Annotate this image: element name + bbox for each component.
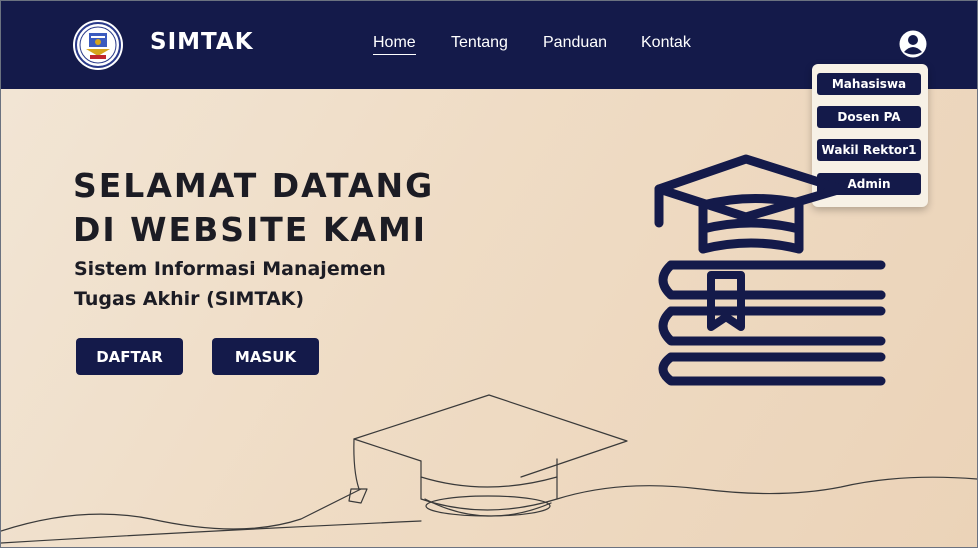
graduation-cap-books-icon (654, 154, 886, 386)
login-button[interactable]: MASUK (212, 338, 319, 375)
user-account-icon[interactable] (899, 30, 927, 58)
hero-subtitle: Sistem Informasi Manajemen Tugas Akhir (… (74, 254, 386, 314)
register-button[interactable]: DAFTAR (76, 338, 183, 375)
nav-link-tentang[interactable]: Tentang (451, 34, 508, 52)
hero-subtitle-line1: Sistem Informasi Manajemen (74, 258, 386, 280)
nav-link-panduan[interactable]: Panduan (543, 34, 607, 52)
dropdown-item-dosen-pa[interactable]: Dosen PA (817, 106, 921, 128)
graduation-cap-line-art (1, 394, 977, 544)
hero-subtitle-line2: Tugas Akhir (SIMTAK) (74, 288, 305, 310)
hero-title-line1: SELAMAT DATANG (73, 166, 435, 205)
dropdown-item-mahasiswa[interactable]: Mahasiswa (817, 73, 921, 95)
brand-name[interactable]: SIMTAK (150, 29, 254, 55)
nav-link-kontak[interactable]: Kontak (641, 34, 691, 52)
nav-link-home[interactable]: Home (373, 34, 416, 55)
hero-title-line2: DI WEBSITE KAMI (73, 210, 428, 249)
hero-title: SELAMAT DATANG DI WEBSITE KAMI (73, 164, 434, 252)
university-logo-icon[interactable] (72, 19, 124, 71)
page: SIMTAK Home Tentang Panduan Kontak Mahas… (0, 0, 978, 548)
